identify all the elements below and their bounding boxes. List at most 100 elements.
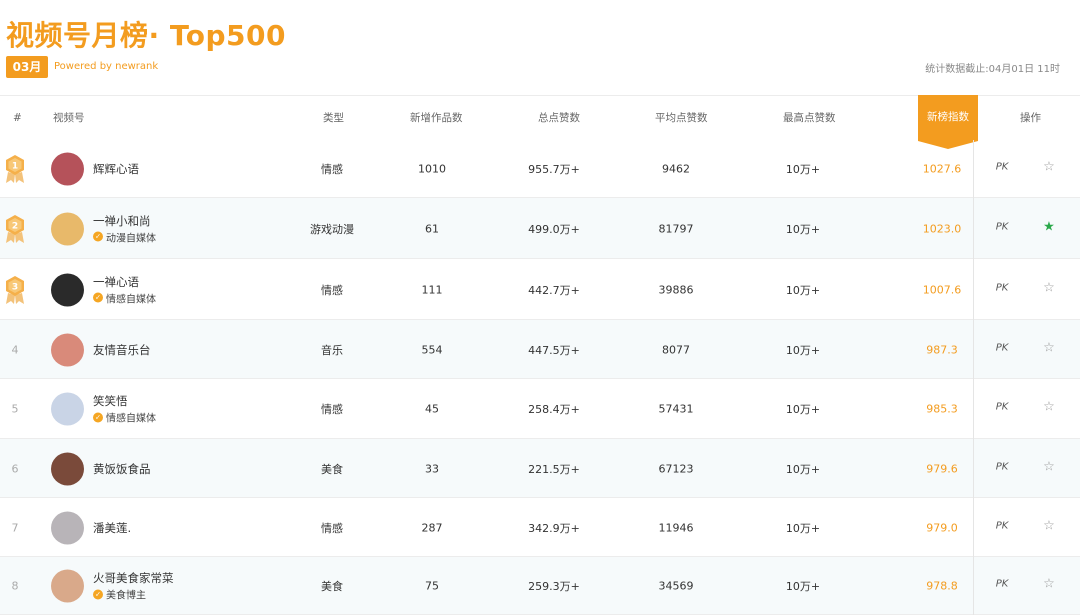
avg-likes-cell: 67123 (658, 462, 694, 475)
avg-likes-cell: 34569 (658, 579, 694, 593)
account-name[interactable]: 潘美莲. (93, 520, 131, 536)
star-icon[interactable]: ☆ (1043, 518, 1055, 533)
header-avg-likes[interactable]: 平均点赞数 (655, 96, 708, 141)
pk-button[interactable]: PK (996, 579, 1009, 590)
max-likes-cell: 10万+ (785, 222, 821, 236)
total-likes-cell: 499.0万+ (528, 222, 580, 236)
avatar[interactable] (51, 333, 84, 366)
header-index[interactable]: 新榜指数 (918, 95, 978, 140)
type-cell: 情感 (321, 521, 343, 535)
index-score: 987.3 (926, 343, 958, 356)
max-likes-cell: 10万+ (785, 343, 821, 357)
pk-button[interactable]: PK (996, 461, 1009, 472)
max-likes-cell: 10万+ (785, 163, 821, 176)
new-works-cell: 33 (425, 462, 439, 475)
verified-icon: ✓ (93, 589, 103, 599)
index-score: 979.0 (926, 521, 958, 534)
rank-number: 7 (11, 521, 19, 534)
verify-label: 情感自媒体 (106, 413, 156, 425)
avatar[interactable] (51, 511, 84, 544)
avatar[interactable] (51, 452, 84, 485)
table-row[interactable]: 3 一禅心语 ✓ 情感自媒体 情感 111 442.7万+ 39886 10万+ 1007.6 PK… (0, 259, 1080, 320)
actions-divider (973, 140, 974, 615)
star-icon[interactable]: ☆ (1043, 280, 1055, 295)
table-row[interactable]: 6 黄饭饭食品 美食 33 221.5万+ 67123 10万+ 979.6 PK ☆ (0, 439, 1080, 498)
verify-label: 动漫自媒体 (106, 233, 156, 244)
avg-likes-cell: 11946 (658, 521, 694, 534)
star-icon[interactable]: ☆ (1043, 577, 1055, 592)
table-row[interactable]: 5 笑笑悟 ✓ 情感自媒体 情感 45 258.4万+ 57431 10万+ 985.3 PK ☆ (0, 379, 1080, 439)
account-name[interactable]: 辉辉心语 (93, 161, 139, 177)
header-max-likes[interactable]: 最高点赞数 (783, 96, 836, 141)
header-type[interactable]: 类型 (323, 96, 344, 141)
avatar[interactable] (51, 569, 84, 603)
verify-badge: ✓ 情感自媒体 (93, 290, 156, 305)
verify-badge: ✓ 美食博主 (93, 587, 146, 602)
pk-button[interactable]: PK (996, 402, 1009, 413)
index-score: 1027.6 (922, 162, 962, 176)
total-likes-cell: 447.5万+ (528, 343, 580, 357)
max-likes-cell: 10万+ (785, 580, 821, 593)
rank-number: 4 (11, 343, 19, 356)
table-row[interactable]: 7 潘美莲. 情感 287 342.9万+ 11946 10万+ 979.0 PK ☆ (0, 498, 1080, 557)
total-likes-cell: 442.7万+ (528, 283, 580, 297)
new-works-cell: 75 (425, 579, 439, 593)
pk-button[interactable]: PK (996, 221, 1009, 232)
rank-medal-icon: 2 (3, 214, 27, 244)
type-cell: 美食 (321, 462, 343, 476)
rank-number: 8 (11, 579, 19, 593)
account-name[interactable]: 火哥美食家常菜 (93, 570, 174, 586)
account-name[interactable]: 友情音乐台 (93, 342, 151, 358)
account-name[interactable]: 笑笑悟 (93, 393, 128, 409)
rank-medal-icon: 1 (3, 154, 27, 184)
header-new-works[interactable]: 新增作品数 (410, 96, 463, 141)
header-total-likes[interactable]: 总点赞数 (538, 96, 580, 141)
avatar[interactable] (51, 273, 84, 306)
svg-text:1: 1 (12, 162, 18, 172)
table-row[interactable]: 4 友情音乐台 音乐 554 447.5万+ 8077 10万+ 987.3 PK ☆ (0, 320, 1080, 379)
rank-medal-icon: 3 (3, 275, 27, 305)
avatar[interactable] (51, 152, 84, 186)
header-account: 视频号 (53, 112, 85, 124)
svg-text:2: 2 (12, 221, 18, 231)
star-icon[interactable]: ★ (1043, 219, 1055, 234)
index-score: 979.6 (926, 462, 958, 475)
total-likes-cell: 342.9万+ (528, 521, 580, 535)
account-name[interactable]: 黄饭饭食品 (93, 461, 151, 477)
new-works-cell: 554 (421, 343, 443, 356)
avatar[interactable] (51, 212, 84, 245)
type-cell: 游戏动漫 (310, 222, 354, 236)
table-row[interactable]: 2 一禅小和尚 ✓ 动漫自媒体 游戏动漫 61 499.0万+ 81797 10万+ 1023.0… (0, 198, 1080, 259)
avg-likes-cell: 39886 (658, 283, 694, 296)
account-name[interactable]: 一禅心语 (93, 274, 139, 290)
star-icon[interactable]: ☆ (1043, 459, 1055, 474)
max-likes-cell: 10万+ (785, 283, 821, 297)
verified-icon: ✓ (93, 412, 103, 422)
verify-label: 美食博主 (106, 590, 146, 602)
pk-button[interactable]: PK (996, 162, 1009, 173)
rank-number: 6 (11, 462, 19, 475)
verify-badge: ✓ 情感自媒体 (93, 410, 156, 425)
type-cell: 美食 (321, 580, 343, 593)
table-row[interactable]: 8 火哥美食家常菜 ✓ 美食博主 美食 75 259.3万+ 34569 10万+ 978.8 PK… (0, 557, 1080, 615)
verify-label: 情感自媒体 (106, 294, 156, 305)
pk-button[interactable]: PK (996, 282, 1009, 293)
verify-badge: ✓ 动漫自媒体 (93, 229, 156, 244)
month-badge[interactable]: 03月 (6, 56, 48, 78)
star-icon[interactable]: ☆ (1043, 400, 1055, 415)
star-icon[interactable]: ☆ (1043, 160, 1055, 175)
avg-likes-cell: 9462 (662, 162, 690, 176)
type-cell: 情感 (321, 403, 343, 416)
avatar[interactable] (51, 392, 84, 426)
verified-icon: ✓ (93, 292, 103, 303)
new-works-cell: 287 (421, 521, 443, 534)
table-row[interactable]: 1 辉辉心语 情感 1010 955.7万+ 9462 10万+ 1027.6 PK ☆ (0, 140, 1080, 198)
total-likes-cell: 221.5万+ (528, 462, 580, 476)
star-icon[interactable]: ☆ (1043, 340, 1055, 355)
max-likes-cell: 10万+ (785, 462, 821, 476)
new-works-cell: 61 (425, 222, 439, 235)
pk-button[interactable]: PK (996, 342, 1009, 353)
pk-button[interactable]: PK (996, 520, 1009, 531)
account-name[interactable]: 一禅小和尚 (93, 213, 151, 229)
stat-date: 统计数据截止:04月01日 11时 (925, 64, 1060, 75)
